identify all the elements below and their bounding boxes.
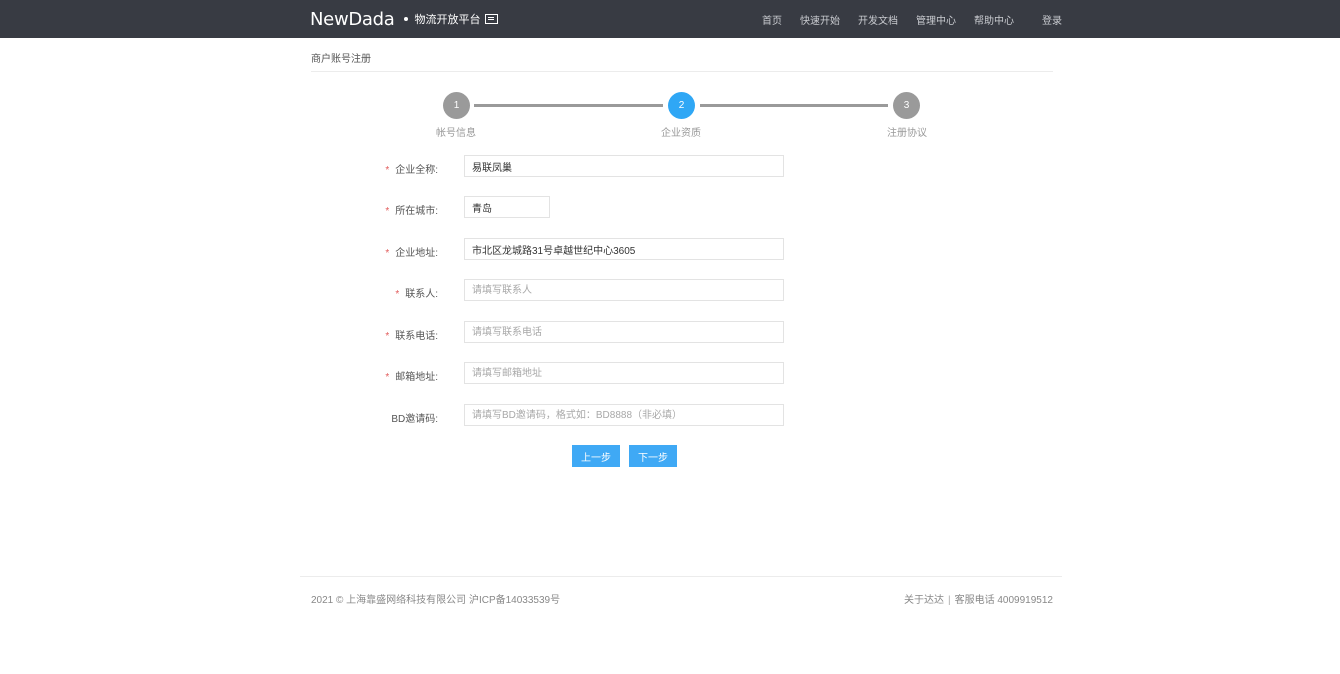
address-label: * 企业地址: — [385, 248, 438, 259]
city-label: * 所在城市: — [385, 206, 438, 217]
nav-item-home[interactable]: 首页 — [762, 12, 782, 27]
required-mark: * — [385, 372, 390, 383]
city-input[interactable] — [464, 196, 550, 218]
required-mark: * — [385, 331, 390, 342]
logo: NewDada — [310, 8, 395, 30]
title-divider — [311, 71, 1053, 72]
email-label: * 邮箱地址: — [385, 372, 438, 383]
required-mark: * — [385, 248, 390, 259]
step-2-label: 企业资质 — [661, 128, 701, 139]
form-row-email: * 邮箱地址: — [0, 362, 1340, 386]
step-3-circle: 3 — [893, 92, 920, 119]
logo-dot — [403, 17, 408, 21]
step-1-label: 帐号信息 — [436, 128, 476, 139]
login-link[interactable]: 登录 — [1042, 12, 1062, 27]
nav-item-quickstart[interactable]: 快速开始 — [800, 12, 840, 27]
footer-copyright: 2021 © 上海靠盛网络科技有限公司 沪ICP备14033539号 — [311, 595, 561, 606]
service-phone: 客服电话 4009919512 — [954, 595, 1053, 606]
company-name-label: * 企业全称: — [385, 165, 438, 176]
form-row-bd-code: BD邀请码: — [0, 404, 1340, 428]
form-row-contact: * 联系人: — [0, 279, 1340, 303]
brand[interactable]: NewDada 物流开放平台 — [310, 8, 498, 30]
phone-input[interactable] — [464, 321, 784, 343]
form-row-city: * 所在城市: — [0, 196, 1340, 220]
next-step-button[interactable]: 下一步 — [629, 445, 677, 467]
required-mark: * — [385, 206, 390, 217]
step-connector-2 — [700, 104, 888, 107]
contact-input[interactable] — [464, 279, 784, 301]
bd-code-label: BD邀请码: — [391, 414, 438, 425]
required-mark: * — [395, 289, 400, 300]
bd-code-input[interactable] — [464, 404, 784, 426]
step-3-label: 注册协议 — [887, 128, 927, 139]
form-row-address: * 企业地址: — [0, 238, 1340, 262]
page-title: 商户账号注册 — [311, 54, 371, 65]
nav-item-admin[interactable]: 管理中心 — [916, 12, 956, 27]
required-mark: * — [385, 165, 390, 176]
document-icon — [484, 14, 498, 24]
step-2-circle: 2 — [668, 92, 695, 119]
about-link[interactable]: 关于达达 — [904, 595, 944, 606]
form-row-company-name: * 企业全称: — [0, 155, 1340, 179]
main-nav: 首页 快速开始 开发文档 管理中心 帮助中心 登录 — [762, 0, 1062, 38]
footer-separator: | — [947, 595, 951, 606]
phone-label: * 联系电话: — [385, 331, 438, 342]
email-input[interactable] — [464, 362, 784, 384]
prev-step-button[interactable]: 上一步 — [572, 445, 620, 467]
contact-label: * 联系人: — [395, 289, 438, 300]
footer-links: 关于达达 | 客服电话 4009919512 — [904, 591, 1053, 606]
platform-subtitle: 物流开放平台 — [414, 14, 481, 26]
step-connector-1 — [474, 104, 663, 107]
top-navbar: NewDada 物流开放平台 首页 快速开始 开发文档 管理中心 帮助中心 登录 — [0, 0, 1340, 38]
footer-divider — [300, 576, 1062, 577]
address-input[interactable] — [464, 238, 784, 260]
company-name-input[interactable] — [464, 155, 784, 177]
step-1-circle: 1 — [443, 92, 470, 119]
nav-item-help[interactable]: 帮助中心 — [974, 12, 1014, 27]
nav-item-docs[interactable]: 开发文档 — [858, 12, 898, 27]
form-row-phone: * 联系电话: — [0, 321, 1340, 345]
